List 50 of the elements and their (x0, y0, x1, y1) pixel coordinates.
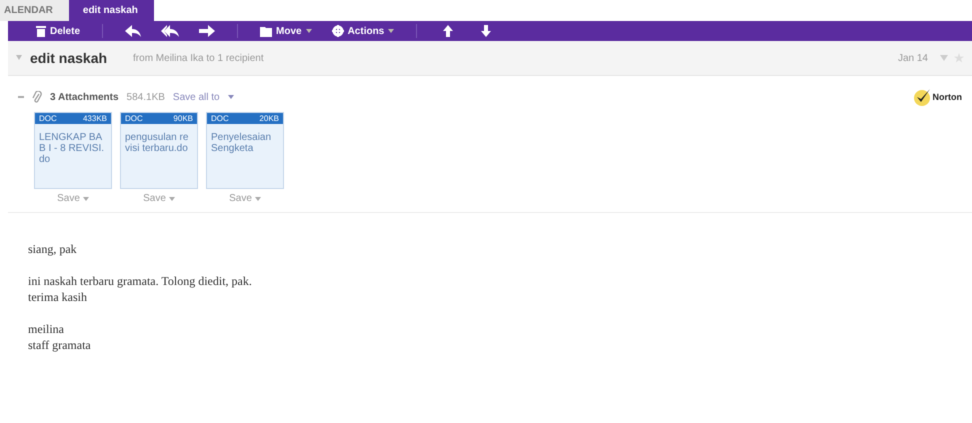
save-link[interactable]: Save (143, 193, 166, 204)
file-type: DOC (39, 114, 57, 123)
caret-icon[interactable] (228, 95, 234, 99)
caret-icon[interactable] (940, 55, 948, 61)
delete-button[interactable]: Delete (26, 25, 90, 37)
gear-icon (332, 25, 344, 37)
brand-label: Norton (932, 92, 962, 102)
message-text: ini naskah terbaru gramata. Tolong diedit, pak. (28, 273, 253, 289)
caret-icon[interactable] (16, 55, 22, 61)
file-size: 433KB (82, 114, 107, 123)
message-text: terima kasih (28, 289, 88, 305)
trash-icon (36, 25, 46, 37)
file-size: 90KB (173, 114, 193, 123)
message-text: staff gramata (28, 337, 92, 353)
save-link[interactable]: Save (57, 193, 80, 204)
save-link[interactable]: Save (229, 193, 252, 204)
paperclip-icon (32, 91, 42, 103)
caret-icon[interactable] (168, 196, 175, 200)
file-size: 20KB (259, 114, 279, 123)
reply-icon[interactable] (125, 25, 142, 37)
caret-icon[interactable] (82, 196, 89, 200)
attachment-count: 3 Attachments (50, 92, 119, 102)
caret-icon[interactable] (254, 196, 261, 200)
attachment-card[interactable]: DOC 20KB Penyelesaian Sengketa (206, 112, 284, 189)
move-button[interactable]: Move (250, 26, 322, 36)
attachment-card[interactable]: DOC 433KB LENGKAP BAB I - 8 REVISI.do (34, 112, 112, 189)
file-name: LENGKAP BAB I - 8 REVISI.do (38, 131, 106, 165)
attachment-size: 584.1KB (126, 92, 165, 102)
folder-icon (260, 26, 272, 36)
file-type: DOC (211, 114, 229, 123)
file-name: pengusulan revisi terbaru.do (124, 131, 190, 154)
checkmark-icon (912, 88, 930, 106)
file-type: DOC (125, 114, 143, 123)
message-text: siang, pak (28, 241, 78, 257)
tab[interactable]: edit naskah (68, 0, 154, 21)
reply-all-icon[interactable] (161, 25, 180, 37)
message-date: Jan 14 (898, 52, 928, 64)
caret-icon (388, 29, 394, 33)
actions-button[interactable]: Actions (322, 25, 404, 37)
message-subject: edit naskah (30, 50, 108, 66)
tab[interactable]: ALENDAR (0, 0, 69, 21)
file-name: Penyelesaian Sengketa (210, 131, 272, 154)
up-arrow-icon[interactable] (443, 25, 454, 37)
sender-info: from Meilina Ika to 1 recipient (133, 52, 264, 64)
message-text: meilina (28, 321, 65, 337)
save-all-link[interactable]: Save all to (172, 92, 220, 102)
forward-icon[interactable] (199, 25, 216, 37)
caret-icon (306, 29, 312, 33)
down-arrow-icon[interactable] (481, 25, 492, 37)
attachment-card[interactable]: DOC 90KB pengusulan revisi terbaru.do (120, 112, 198, 189)
